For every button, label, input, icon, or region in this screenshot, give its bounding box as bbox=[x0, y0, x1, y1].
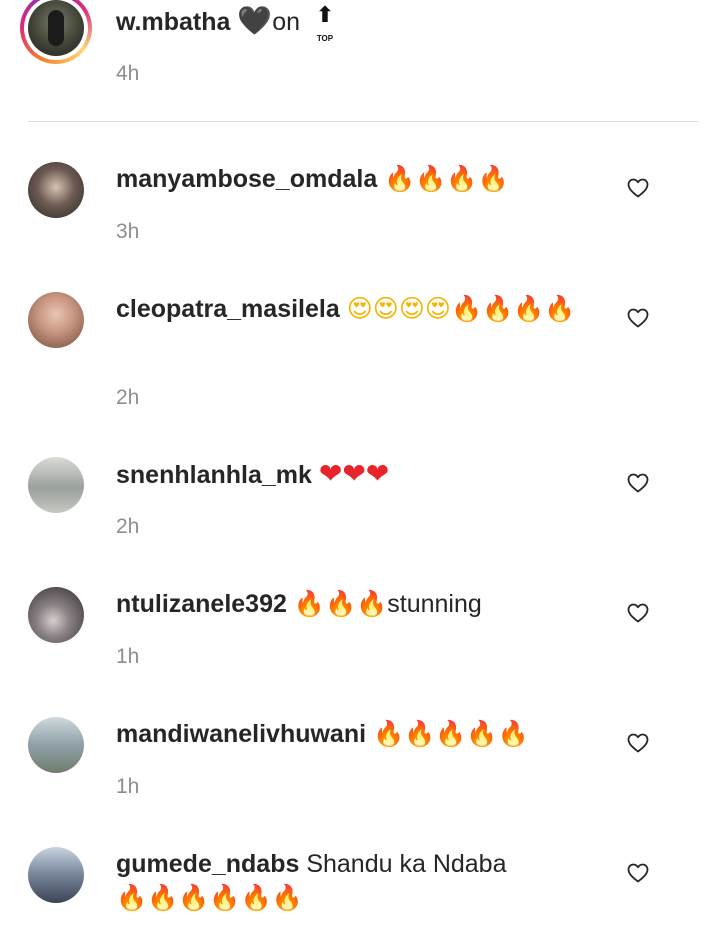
commenter-username[interactable]: manyambose_omdala bbox=[116, 165, 377, 193]
story-ring[interactable] bbox=[20, 0, 92, 64]
comment-body: stunning bbox=[387, 590, 482, 618]
fire-emojis: 🔥🔥🔥🔥🔥 bbox=[373, 719, 529, 748]
caption-text: on bbox=[272, 8, 301, 36]
post-caption: w.mbatha 🖤on ⬆ TOP 4h bbox=[0, 0, 720, 122]
commenter-avatar[interactable] bbox=[28, 457, 84, 513]
comment-timestamp: 2h bbox=[116, 386, 140, 409]
commenter-avatar[interactable] bbox=[28, 292, 84, 348]
comment-timestamp: 1h bbox=[116, 645, 140, 668]
heart-outline-icon[interactable] bbox=[626, 471, 650, 495]
comment-text: ntulizanele392 🔥🔥🔥stunning bbox=[116, 587, 586, 621]
comment-text: gumede_ndabs Shandu ka Ndaba🔥🔥🔥🔥🔥🔥 bbox=[116, 847, 586, 915]
commenter-username[interactable]: ntulizanele392 bbox=[116, 590, 287, 618]
comment-text: snenhlanhla_mk ❤❤❤ bbox=[116, 457, 586, 492]
fire-emojis: 🔥🔥🔥🔥🔥🔥 bbox=[116, 883, 303, 912]
heart-outline-icon[interactable] bbox=[626, 601, 650, 625]
caption-timestamp: 4h bbox=[116, 62, 140, 85]
author-username[interactable]: w.mbatha bbox=[116, 8, 230, 36]
commenter-username[interactable]: mandiwanelivhuwani bbox=[116, 720, 366, 748]
heart-eyes-emojis: 😍😍😍😍 bbox=[346, 294, 451, 323]
heart-outline-icon[interactable] bbox=[626, 731, 650, 755]
commenter-username[interactable]: gumede_ndabs bbox=[116, 850, 299, 878]
comment-text: manyambose_omdala 🔥🔥🔥🔥 bbox=[116, 162, 586, 196]
commenter-avatar[interactable] bbox=[28, 162, 84, 218]
commenter-username[interactable]: cleopatra_masilela bbox=[116, 295, 340, 323]
commenter-username[interactable]: snenhlanhla_mk bbox=[116, 461, 312, 489]
commenter-avatar[interactable] bbox=[28, 587, 84, 643]
heart-outline-icon[interactable] bbox=[626, 861, 650, 885]
comment-timestamp: 3h bbox=[116, 220, 140, 243]
commenter-avatar[interactable] bbox=[28, 717, 84, 773]
red-heart-emojis: ❤❤❤ bbox=[318, 457, 390, 490]
top-arrow-emoji: ⬆ TOP bbox=[313, 2, 337, 43]
comment-timestamp: 2h bbox=[116, 515, 140, 538]
comment-timestamp: 1h bbox=[116, 775, 140, 798]
top-arrow-label: TOP bbox=[316, 34, 334, 43]
comment-body: Shandu ka Ndaba bbox=[306, 850, 507, 878]
caption-divider bbox=[28, 121, 698, 122]
comment-text: cleopatra_masilela 😍😍😍😍🔥🔥🔥🔥 bbox=[116, 292, 586, 326]
comment-text: mandiwanelivhuwani 🔥🔥🔥🔥🔥 bbox=[116, 717, 586, 751]
fire-emojis: 🔥🔥🔥🔥 bbox=[450, 294, 576, 323]
commenter-avatar[interactable] bbox=[28, 847, 84, 903]
black-heart-emoji: 🖤 bbox=[237, 4, 273, 37]
author-avatar[interactable] bbox=[28, 0, 84, 56]
fire-emojis: 🔥🔥🔥 bbox=[293, 589, 388, 618]
heart-outline-icon[interactable] bbox=[626, 306, 650, 330]
fire-emojis: 🔥🔥🔥🔥 bbox=[384, 164, 509, 193]
heart-outline-icon[interactable] bbox=[626, 176, 650, 200]
caption-line: w.mbatha 🖤on ⬆ TOP bbox=[116, 2, 337, 43]
